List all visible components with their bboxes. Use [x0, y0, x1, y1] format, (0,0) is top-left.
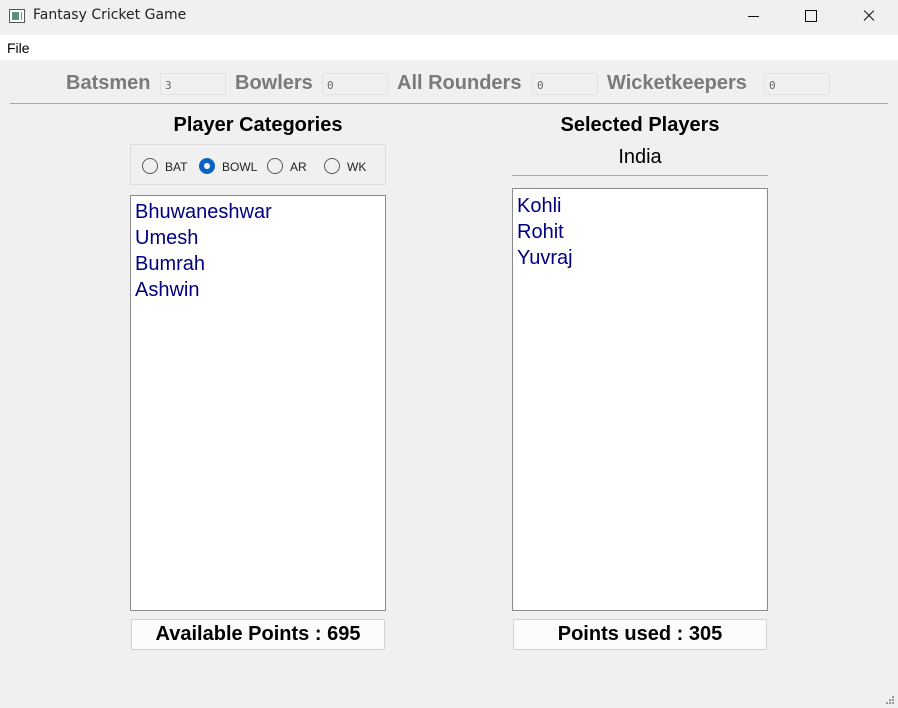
- category-radio-group: BAT BOWL AR WK: [130, 144, 386, 185]
- player-categories-heading: Player Categories: [173, 114, 343, 136]
- minimize-icon: [747, 15, 759, 17]
- list-item[interactable]: Umesh: [135, 225, 385, 251]
- allrounders-count-field: 0: [532, 73, 598, 95]
- bowlers-label: Bowlers: [235, 72, 313, 94]
- radio-wk[interactable]: [324, 158, 340, 174]
- maximize-button[interactable]: [782, 0, 840, 32]
- radio-bowl[interactable]: [199, 158, 215, 174]
- list-item[interactable]: Bhuwaneshwar: [135, 199, 385, 225]
- list-item[interactable]: Yuvraj: [517, 245, 767, 271]
- radio-ar-label[interactable]: AR: [290, 160, 307, 174]
- window-title: Fantasy Cricket Game: [33, 7, 187, 23]
- resize-grip-icon[interactable]: [886, 696, 896, 706]
- list-item[interactable]: Rohit: [517, 219, 767, 245]
- app-icon: [9, 9, 25, 23]
- close-button[interactable]: [840, 0, 898, 32]
- list-item[interactable]: Kohli: [517, 193, 767, 219]
- radio-ar[interactable]: [267, 158, 283, 174]
- minimize-button[interactable]: [724, 0, 782, 32]
- bowlers-count-field: 0: [322, 73, 388, 95]
- points-used-display: Points used : 305: [513, 619, 767, 650]
- available-points-display: Available Points : 695: [131, 619, 385, 650]
- radio-wk-label[interactable]: WK: [347, 160, 366, 174]
- wicketkeepers-count-field: 0: [764, 73, 830, 95]
- selected-players-list[interactable]: Kohli Rohit Yuvraj: [512, 188, 768, 611]
- top-divider: [10, 103, 888, 104]
- radio-bat[interactable]: [142, 158, 158, 174]
- list-item[interactable]: Ashwin: [135, 277, 385, 303]
- team-name: India: [618, 146, 662, 168]
- batsmen-label: Batsmen: [66, 72, 151, 94]
- wicketkeepers-label: Wicketkeepers: [607, 72, 747, 94]
- menu-file[interactable]: File: [7, 40, 30, 56]
- selected-players-heading: Selected Players: [560, 114, 720, 136]
- radio-bowl-label[interactable]: BOWL: [222, 160, 257, 174]
- team-divider: [512, 175, 768, 176]
- title-bar[interactable]: Fantasy Cricket Game: [0, 0, 898, 34]
- radio-bat-label[interactable]: BAT: [165, 160, 187, 174]
- batsmen-count-field: 3: [160, 73, 226, 95]
- maximize-icon: [805, 10, 817, 22]
- menu-bar: File: [0, 35, 898, 60]
- list-item[interactable]: Bumrah: [135, 251, 385, 277]
- available-players-list[interactable]: Bhuwaneshwar Umesh Bumrah Ashwin: [130, 195, 386, 611]
- allrounders-label: All Rounders: [397, 72, 522, 94]
- close-icon: [862, 9, 876, 23]
